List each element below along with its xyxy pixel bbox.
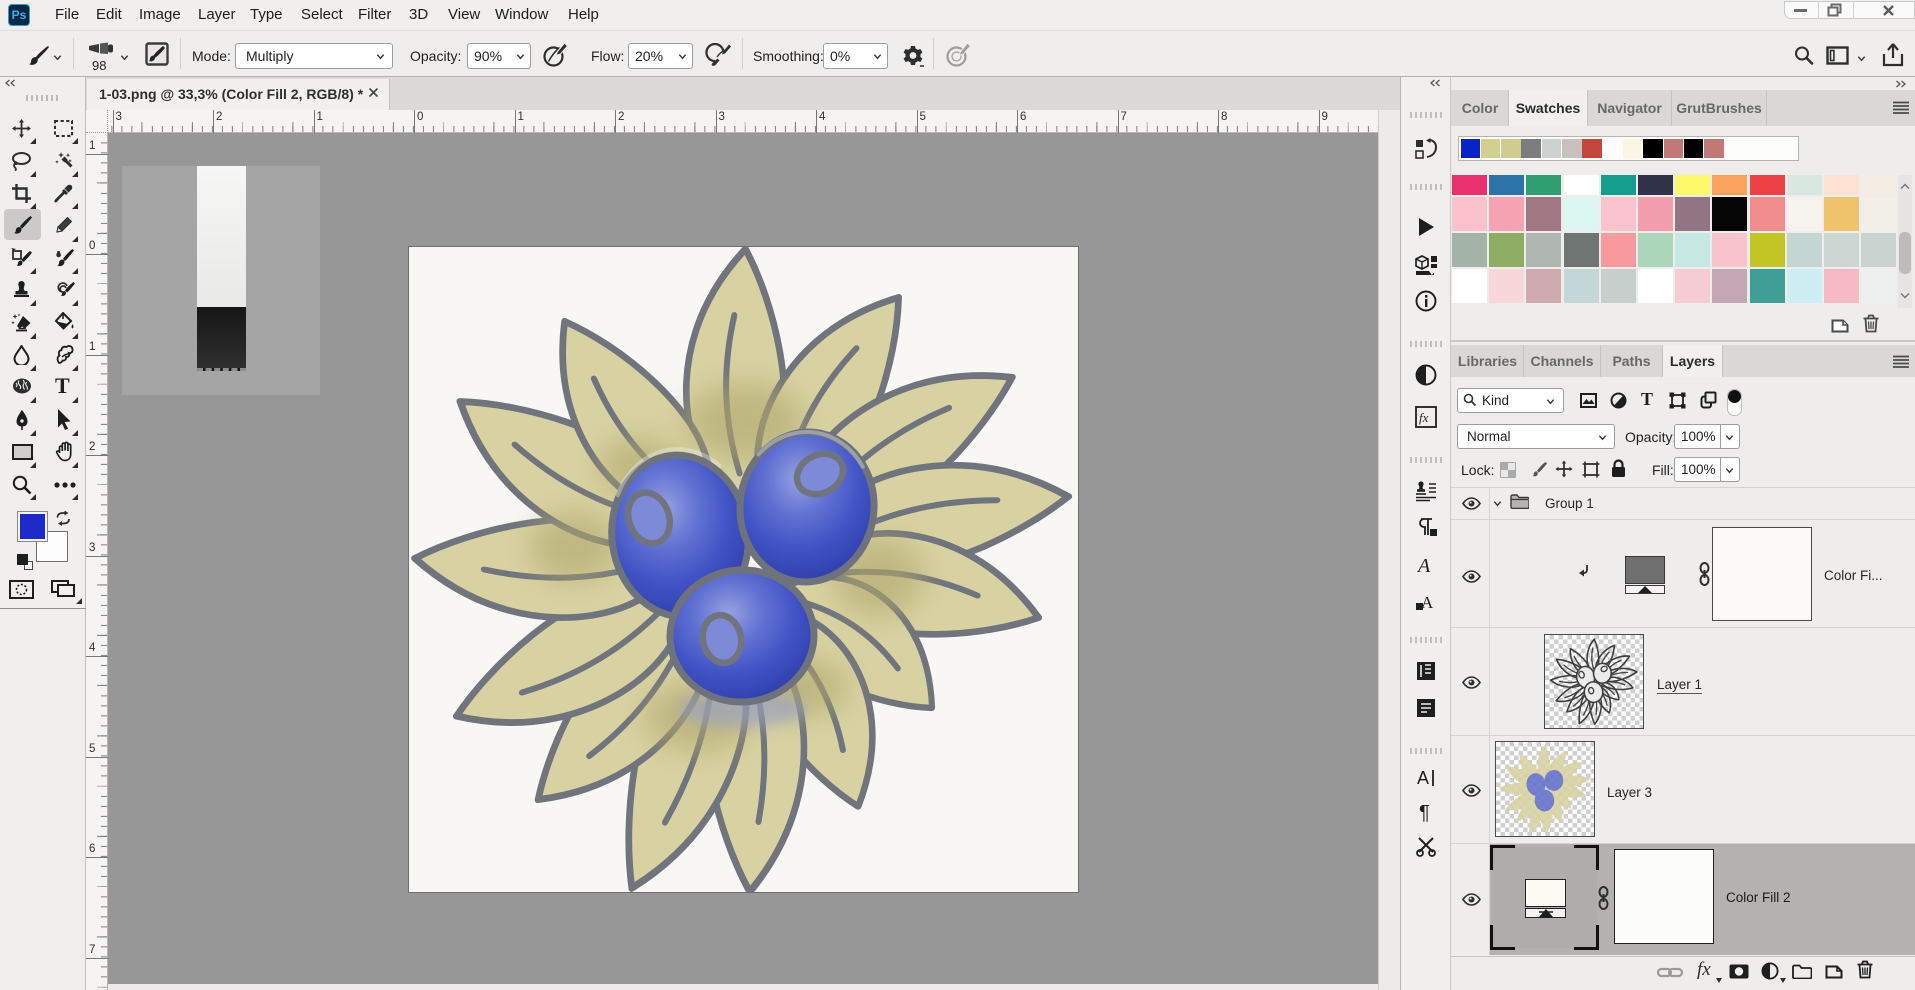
svg-text:A: A — [1416, 555, 1431, 576]
svg-text:fx: fx — [1419, 410, 1429, 425]
svg-text:¶: ¶ — [1419, 802, 1430, 823]
svg-text:A: A — [1417, 768, 1429, 788]
